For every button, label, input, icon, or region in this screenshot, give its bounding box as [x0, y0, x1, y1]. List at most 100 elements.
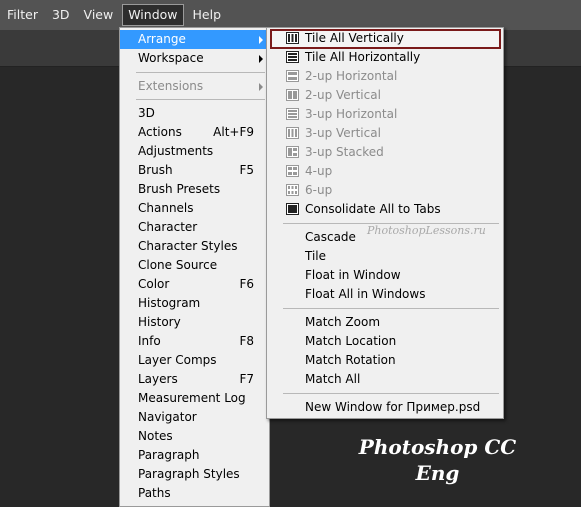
- menu-item-label: Paragraph Styles: [138, 467, 240, 481]
- menu-item-layer-comps[interactable]: Layer Comps: [120, 351, 269, 370]
- menu-item-label: 4-up: [305, 164, 333, 178]
- three-up-stacked-icon: [286, 146, 299, 158]
- menu-item-match-all[interactable]: Match All: [267, 370, 503, 389]
- menu-item-character-styles[interactable]: Character Styles: [120, 237, 269, 256]
- menu-separator: [136, 72, 265, 73]
- menu-item-label: 2-up Vertical: [305, 88, 381, 102]
- consolidate-tabs-icon: [286, 203, 299, 215]
- menu-item-6up[interactable]: 6-up: [267, 181, 503, 200]
- submenu-arrow-icon: [259, 36, 263, 44]
- menu-item-label: 3-up Vertical: [305, 126, 381, 140]
- menu-item-label: Match Rotation: [305, 353, 396, 367]
- menu-item-label: Layers: [138, 372, 178, 386]
- menu-item-label: Tile All Vertically: [305, 31, 404, 45]
- menu-item-adjustments[interactable]: Adjustments: [120, 142, 269, 161]
- menu-item-float-all-in-windows[interactable]: Float All in Windows: [267, 285, 503, 304]
- menu-item-label: Extensions: [138, 79, 204, 93]
- menu-item-match-rotation[interactable]: Match Rotation: [267, 351, 503, 370]
- menu-item-actions[interactable]: Actions Alt+F9: [120, 123, 269, 142]
- menu-item-tile-all-vertically[interactable]: Tile All Vertically: [267, 29, 503, 48]
- menu-item-label: Character Styles: [138, 239, 238, 253]
- window-menu: Arrange Workspace Extensions 3D Actions …: [119, 27, 270, 507]
- menu-item-info[interactable]: Info F8: [120, 332, 269, 351]
- shortcut-label: F8: [239, 334, 254, 348]
- menu-item-label: Character: [138, 220, 198, 234]
- menu-item-arrange[interactable]: Arrange: [120, 30, 269, 49]
- menu-item-3up-stacked[interactable]: 3-up Stacked: [267, 143, 503, 162]
- menu-item-4up[interactable]: 4-up: [267, 162, 503, 181]
- menu-item-paragraph-styles[interactable]: Paragraph Styles: [120, 465, 269, 484]
- menu-item-color[interactable]: Color F6: [120, 275, 269, 294]
- menu-item-tile-all-horizontally[interactable]: Tile All Horizontally: [267, 48, 503, 67]
- brand-caption: Photoshop CC Eng: [350, 434, 525, 486]
- menu-item-label: Histogram: [138, 296, 201, 310]
- menu-item-history[interactable]: History: [120, 313, 269, 332]
- menu-item-navigator[interactable]: Navigator: [120, 408, 269, 427]
- menu-item-layers[interactable]: Layers F7: [120, 370, 269, 389]
- menu-item-label: Navigator: [138, 410, 197, 424]
- menu-item-label: Cascade: [305, 230, 356, 244]
- brand-line-2: Eng: [415, 461, 460, 485]
- tile-vertical-icon: [286, 32, 299, 44]
- menu-item-match-location[interactable]: Match Location: [267, 332, 503, 351]
- menu-item-brush[interactable]: Brush F5: [120, 161, 269, 180]
- brand-line-1: Photoshop CC: [358, 435, 517, 459]
- shortcut-label: Alt+F9: [213, 125, 254, 139]
- menu-item-paragraph[interactable]: Paragraph: [120, 446, 269, 465]
- menu-item-label: Consolidate All to Tabs: [305, 202, 441, 216]
- menu-item-label: Match Location: [305, 334, 397, 348]
- menu-bar: Filter 3D View Window Help: [0, 0, 581, 30]
- menu-item-notes[interactable]: Notes: [120, 427, 269, 446]
- menu-item-3d[interactable]: 3D: [120, 104, 269, 123]
- menu-separator: [136, 99, 265, 100]
- menu-item-tile[interactable]: Tile: [267, 247, 503, 266]
- shortcut-label: F5: [239, 163, 254, 177]
- menu-item-3up-vertical[interactable]: 3-up Vertical: [267, 124, 503, 143]
- menu-item-label: Color: [138, 277, 170, 291]
- menu-item-label: New Window for Пример.psd: [305, 400, 481, 414]
- menu-item-extensions[interactable]: Extensions: [120, 77, 269, 96]
- shortcut-label: F7: [239, 372, 254, 386]
- menu-item-label: Layer Comps: [138, 353, 217, 367]
- submenu-arrow-icon: [259, 55, 263, 63]
- menu-item-match-zoom[interactable]: Match Zoom: [267, 313, 503, 332]
- menu-item-histogram[interactable]: Histogram: [120, 294, 269, 313]
- menu-item-label: Clone Source: [138, 258, 218, 272]
- menu-item-float-in-window[interactable]: Float in Window: [267, 266, 503, 285]
- menu-item-character[interactable]: Character: [120, 218, 269, 237]
- menu-window[interactable]: Window: [122, 4, 184, 26]
- menu-item-measurement-log[interactable]: Measurement Log: [120, 389, 269, 408]
- menu-item-label: Brush: [138, 163, 173, 177]
- menu-item-new-window[interactable]: New Window for Пример.psd: [267, 398, 503, 417]
- menu-item-paths[interactable]: Paths: [120, 484, 269, 503]
- menu-item-3up-horizontal[interactable]: 3-up Horizontal: [267, 105, 503, 124]
- menu-item-label: Match All: [305, 372, 361, 386]
- menu-view[interactable]: View: [77, 5, 121, 25]
- six-up-icon: [286, 184, 299, 196]
- menu-item-consolidate-all-to-tabs[interactable]: Consolidate All to Tabs: [267, 200, 503, 219]
- menu-item-label: Arrange: [138, 32, 186, 46]
- menu-item-label: Measurement Log: [138, 391, 246, 405]
- menu-item-label: Paragraph: [138, 448, 200, 462]
- menu-item-label: Tile All Horizontally: [305, 50, 421, 64]
- two-up-horizontal-icon: [286, 70, 299, 82]
- arrange-submenu: Tile All Vertically Tile All Horizontall…: [266, 27, 504, 419]
- menu-item-workspace[interactable]: Workspace: [120, 49, 269, 68]
- four-up-icon: [286, 165, 299, 177]
- menu-3d[interactable]: 3D: [45, 5, 77, 25]
- menu-separator: [283, 393, 499, 394]
- menu-item-label: Actions: [138, 125, 182, 139]
- menu-item-brush-presets[interactable]: Brush Presets: [120, 180, 269, 199]
- menu-item-label: 2-up Horizontal: [305, 69, 398, 83]
- menu-filter[interactable]: Filter: [0, 5, 45, 25]
- menu-item-clone-source[interactable]: Clone Source: [120, 256, 269, 275]
- menu-help[interactable]: Help: [186, 5, 229, 25]
- menu-item-2up-horizontal[interactable]: 2-up Horizontal: [267, 67, 503, 86]
- menu-item-2up-vertical[interactable]: 2-up Vertical: [267, 86, 503, 105]
- menu-item-channels[interactable]: Channels: [120, 199, 269, 218]
- menu-item-label: Tile: [305, 249, 327, 263]
- menu-item-label: Workspace: [138, 51, 204, 65]
- menu-item-label: Adjustments: [138, 144, 214, 158]
- menu-item-label: 3D: [138, 106, 155, 120]
- menu-item-label: 6-up: [305, 183, 333, 197]
